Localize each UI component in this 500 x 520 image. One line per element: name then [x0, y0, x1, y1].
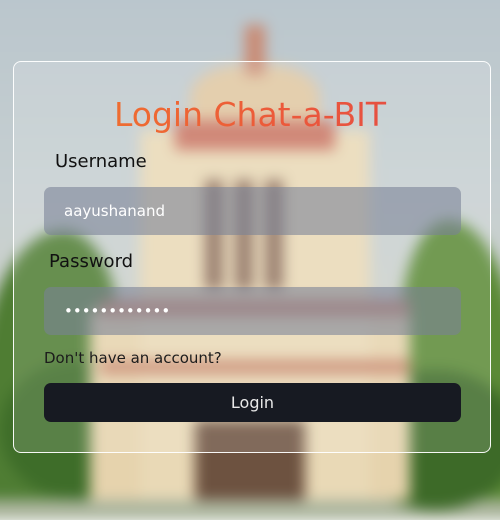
login-title: Login Chat-a-BIT — [0, 95, 500, 135]
signup-link[interactable]: Don't have an account? — [44, 349, 222, 367]
username-input[interactable] — [44, 187, 461, 235]
password-input[interactable] — [44, 287, 461, 335]
username-label: Username — [55, 151, 147, 172]
password-label: Password — [49, 251, 134, 272]
login-button[interactable]: Login — [44, 383, 461, 422]
